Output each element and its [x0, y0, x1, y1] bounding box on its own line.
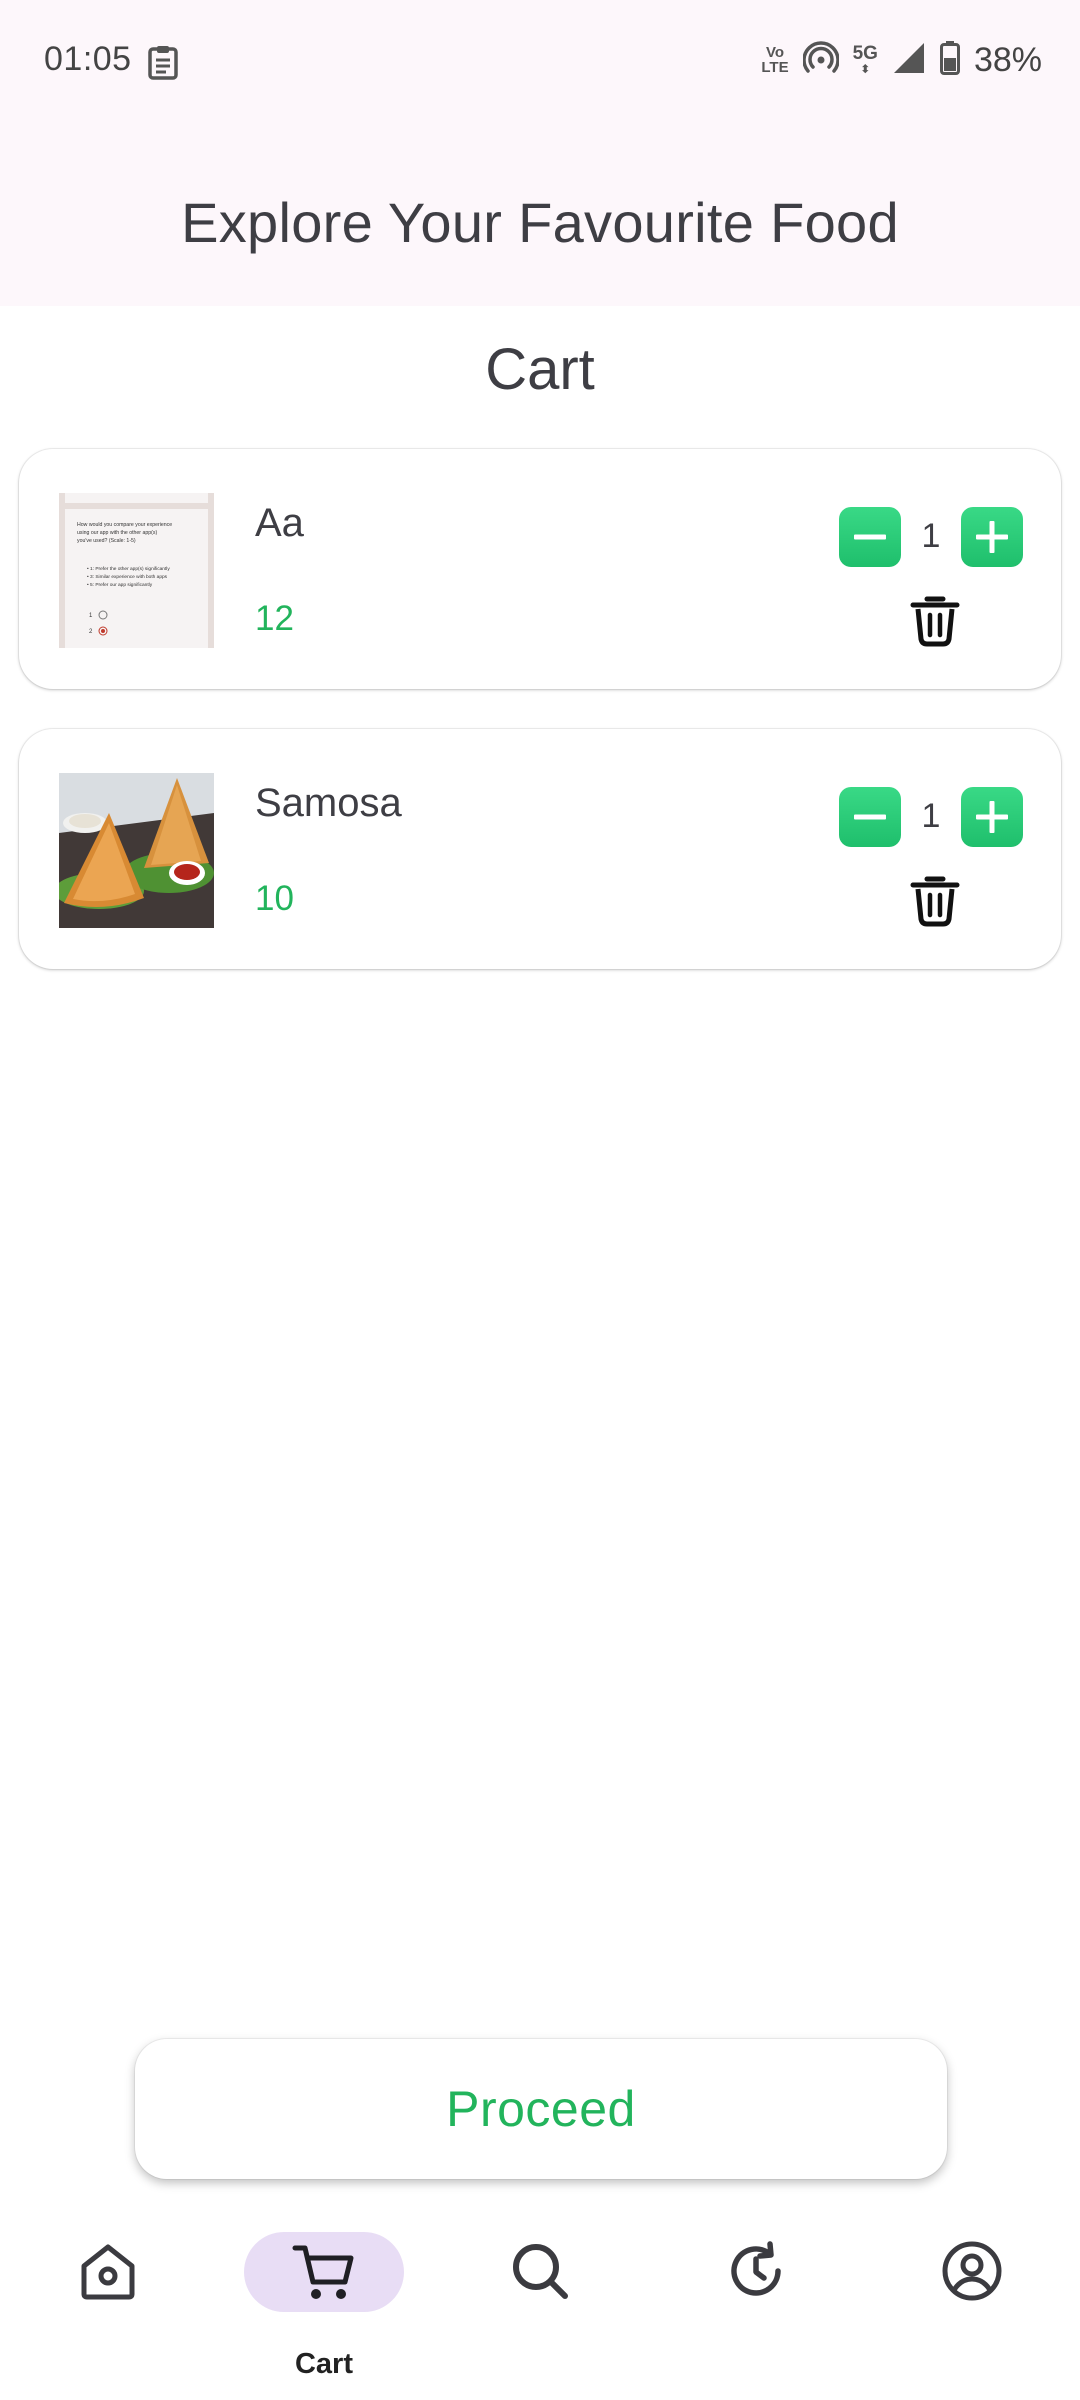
- status-time: 01:05: [44, 40, 132, 78]
- item-name: Samosa: [255, 781, 402, 825]
- nav-label-cart: Cart: [294, 2348, 353, 2380]
- status-bar: 01:05 Vo LTE 5G ⬍ 38%: [0, 0, 1080, 128]
- hotspot-icon: [801, 40, 840, 81]
- item-image: [59, 773, 214, 928]
- quantity-value: 1: [921, 517, 941, 555]
- status-icons: Vo LTE 5G ⬍ 38%: [761, 40, 1042, 80]
- cart-item: How would you compare your experience us…: [19, 449, 1061, 689]
- cart-icon: [292, 2245, 354, 2299]
- thumb-text-line: • 5: Prefer our app significantly: [87, 582, 153, 588]
- thumb-text-line: using our app with the other app(s): [77, 530, 157, 536]
- proceed-button[interactable]: Proceed: [135, 2039, 947, 2179]
- thumb-text-line: How would you compare your experience: [77, 522, 172, 528]
- item-price: 10: [255, 879, 294, 918]
- profile-icon: [942, 2241, 1002, 2301]
- increase-quantity-button[interactable]: [961, 507, 1023, 567]
- plus-icon: [976, 801, 1008, 833]
- volte-top-label: Vo: [765, 44, 784, 61]
- network-type-icon: 5G ⬍: [852, 43, 878, 76]
- volte-icon: Vo LTE: [761, 45, 788, 75]
- nav-item-home[interactable]: [28, 2200, 188, 2400]
- decrease-quantity-button[interactable]: [839, 787, 901, 847]
- nav-item-history[interactable]: [676, 2200, 836, 2400]
- thumb-text-line: • 3: Similar experience with both apps: [87, 574, 168, 580]
- volte-bottom-label: LTE: [761, 59, 789, 76]
- cart-item: Samosa 10 1: [19, 729, 1061, 969]
- search-icon: [513, 2244, 568, 2299]
- bottom-navigation: Cart: [0, 2200, 1080, 2400]
- battery-percent: 38%: [973, 40, 1042, 79]
- delete-item-button[interactable]: [905, 869, 965, 929]
- decrease-quantity-button[interactable]: [839, 507, 901, 567]
- item-image: How would you compare your experience us…: [59, 493, 214, 648]
- battery-icon: [939, 40, 960, 80]
- trash-icon: [910, 876, 960, 927]
- clipboard-icon: [146, 44, 180, 80]
- thumb-text-line: you've used? (Scale: 1-5): [77, 538, 136, 544]
- home-icon: [81, 2244, 135, 2300]
- minus-icon: [854, 814, 886, 820]
- nav-item-profile[interactable]: [892, 2200, 1052, 2400]
- history-icon: [731, 2241, 781, 2296]
- delete-item-button[interactable]: [905, 589, 965, 649]
- item-price: 12: [255, 599, 294, 638]
- plus-icon: [976, 521, 1008, 553]
- signal-icon: [892, 41, 926, 80]
- network-type-label: 5G: [852, 43, 878, 64]
- top-app-bar: 01:05 Vo LTE 5G ⬍ 38% Explore Your Favou…: [0, 0, 1080, 306]
- nav-item-search[interactable]: [460, 2200, 620, 2400]
- thumb-text-line: • 1: Prefer the other app(s) significant…: [87, 566, 170, 572]
- nav-item-cart[interactable]: Cart: [244, 2200, 404, 2400]
- page-title: Explore Your Favourite Food: [181, 191, 899, 254]
- quantity-value: 1: [921, 797, 941, 835]
- samosa-image: [59, 773, 214, 928]
- cart-heading: Cart: [485, 337, 595, 402]
- minus-icon: [854, 534, 886, 540]
- trash-icon: [910, 596, 960, 647]
- item-name: Aa: [255, 501, 304, 545]
- increase-quantity-button[interactable]: [961, 787, 1023, 847]
